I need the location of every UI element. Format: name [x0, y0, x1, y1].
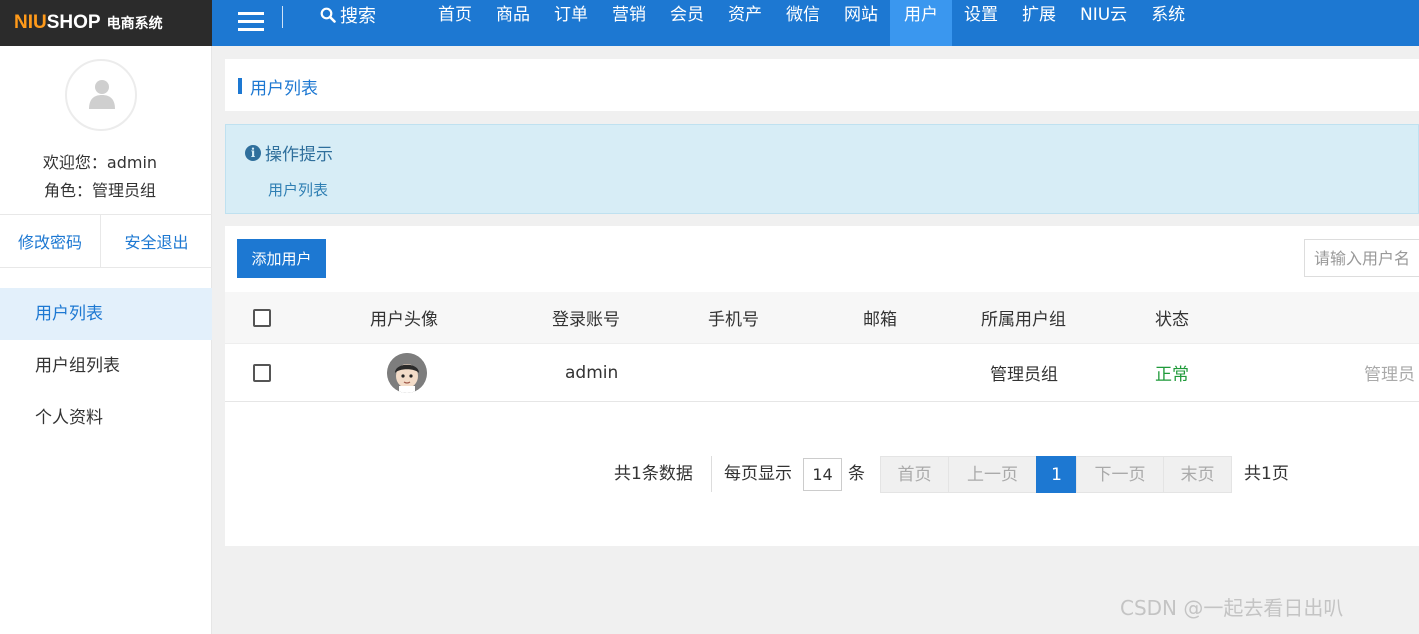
sidebar: 欢迎您：admin 角色：管理员组 修改密码 安全退出 用户列表 用户组列表 个人资… [0, 46, 212, 634]
role-text: 角色：管理员组 [43, 181, 156, 200]
top-navbar: NIUSHOP 电商系统 搜索 首页 商品 订单 营销 会员 资产 微信 网站 用户 设置 扩展 NI… [0, 0, 1419, 46]
username-search-input[interactable] [1304, 239, 1419, 277]
per-page-input[interactable] [803, 458, 842, 491]
pagination-divider [711, 456, 712, 492]
status-badge: 正常 [1155, 365, 1189, 385]
tips-header[interactable]: i 操作提示 [245, 140, 333, 165]
column-header: 登录账号 [552, 310, 620, 330]
nav-item-5[interactable]: 资产 [716, 0, 774, 30]
total-records: 共1条数据 [614, 464, 693, 484]
column-header: 所属用户组 [981, 310, 1066, 330]
select-all-checkbox[interactable] [253, 308, 271, 327]
info-icon: i [245, 144, 261, 161]
cartoon-avatar-icon [387, 352, 427, 393]
logo-brand-niu: NIU [14, 12, 47, 33]
nav-item-9[interactable]: 设置 [952, 0, 1010, 30]
logo[interactable]: NIUSHOP 电商系统 [0, 0, 212, 46]
nav-item-11[interactable]: NIU云 [1068, 0, 1139, 30]
add-user-button[interactable]: 添加用户 [237, 239, 326, 278]
nav-item-10[interactable]: 扩展 [1010, 0, 1068, 30]
column-header: 用户头像 [370, 310, 438, 330]
change-password-link[interactable]: 修改密码 [0, 215, 101, 267]
nav-item-12[interactable]: 系统 [1139, 0, 1197, 30]
sidebar-item-1[interactable]: 用户组列表 [0, 340, 212, 392]
column-header: 状态 [1155, 310, 1189, 330]
account-cell: admin [565, 362, 619, 383]
sidebar-menu: 用户列表 用户组列表 个人资料 [0, 288, 212, 444]
sidebar-item-0[interactable]: 用户列表 [0, 288, 212, 340]
nav-item-1[interactable]: 商品 [484, 0, 542, 30]
menu-toggle-icon[interactable] [238, 12, 264, 34]
row-select-cell [253, 344, 271, 401]
search-button[interactable]: 搜索 [320, 0, 376, 30]
nav-item-6[interactable]: 微信 [774, 0, 832, 30]
title-marker [238, 78, 242, 94]
account-actions: 修改密码 安全退出 [0, 214, 212, 268]
watermark: CSDN @一起去看日出叭 [1120, 596, 1344, 620]
pagination: 共1条数据 每页显示 条 首页 上一页 1 下一页 末页 共1页 [225, 454, 1419, 494]
welcome-text: 欢迎您：admin [42, 153, 158, 172]
logout-link[interactable]: 安全退出 [101, 215, 212, 267]
user-avatar-image [387, 352, 427, 393]
sidebar-item-2[interactable]: 个人资料 [0, 392, 212, 444]
page-title: 用户列表 [250, 79, 318, 99]
search-label: 搜索 [340, 6, 376, 27]
user-icon [89, 80, 115, 109]
avatar-cell [387, 344, 427, 401]
column-header: 手机号 [708, 310, 759, 330]
prev-page-button[interactable]: 上一页 [948, 456, 1037, 493]
nav-item-4[interactable]: 会员 [658, 0, 716, 30]
row-checkbox[interactable] [253, 363, 271, 382]
header-divider [282, 6, 283, 28]
total-pages: 共1页 [1244, 464, 1289, 484]
breadcrumb: 用户列表 [225, 59, 1419, 111]
tips-title: 操作提示 [265, 145, 333, 165]
user-list-panel: 添加用户 用户头像 登录账号 手机号 邮箱 所属用户组 状态 [225, 226, 1419, 546]
per-page-label: 每页显示 [724, 464, 792, 484]
first-page-button[interactable]: 首页 [880, 456, 949, 493]
nav-item-3[interactable]: 营销 [600, 0, 658, 30]
logo-brand: NIUSHOP [14, 12, 101, 34]
column-header: 邮箱 [863, 310, 897, 330]
table-row: admin 管理员组 正常 管理员 [225, 344, 1419, 402]
group-cell: 管理员组 [990, 365, 1058, 385]
nav-item-7[interactable]: 网站 [832, 0, 890, 30]
last-page-button[interactable]: 末页 [1163, 456, 1232, 493]
nav-item-0[interactable]: 首页 [426, 0, 484, 30]
select-all-cell [253, 292, 271, 343]
table-header: 用户头像 登录账号 手机号 邮箱 所属用户组 状态 [225, 292, 1419, 344]
tips-text: 用户列表 [268, 181, 329, 199]
admin-avatar[interactable] [65, 59, 137, 131]
operation-tips: i 操作提示 用户列表 [225, 124, 1419, 214]
row-action-link[interactable]: 管理员 [1364, 344, 1415, 401]
per-page-unit: 条 [848, 464, 865, 484]
logo-subtitle: 电商系统 [106, 16, 163, 32]
nav-item-8[interactable]: 用户 [890, 0, 952, 46]
logo-brand-shop: SHOP [46, 12, 101, 33]
next-page-button[interactable]: 下一页 [1076, 456, 1164, 493]
search-icon [320, 7, 336, 23]
nav-item-2[interactable]: 订单 [542, 0, 600, 30]
current-page-button[interactable]: 1 [1036, 456, 1077, 493]
main-nav: 首页 商品 订单 营销 会员 资产 微信 网站 用户 设置 扩展 NIU云 系统 [426, 0, 1197, 46]
